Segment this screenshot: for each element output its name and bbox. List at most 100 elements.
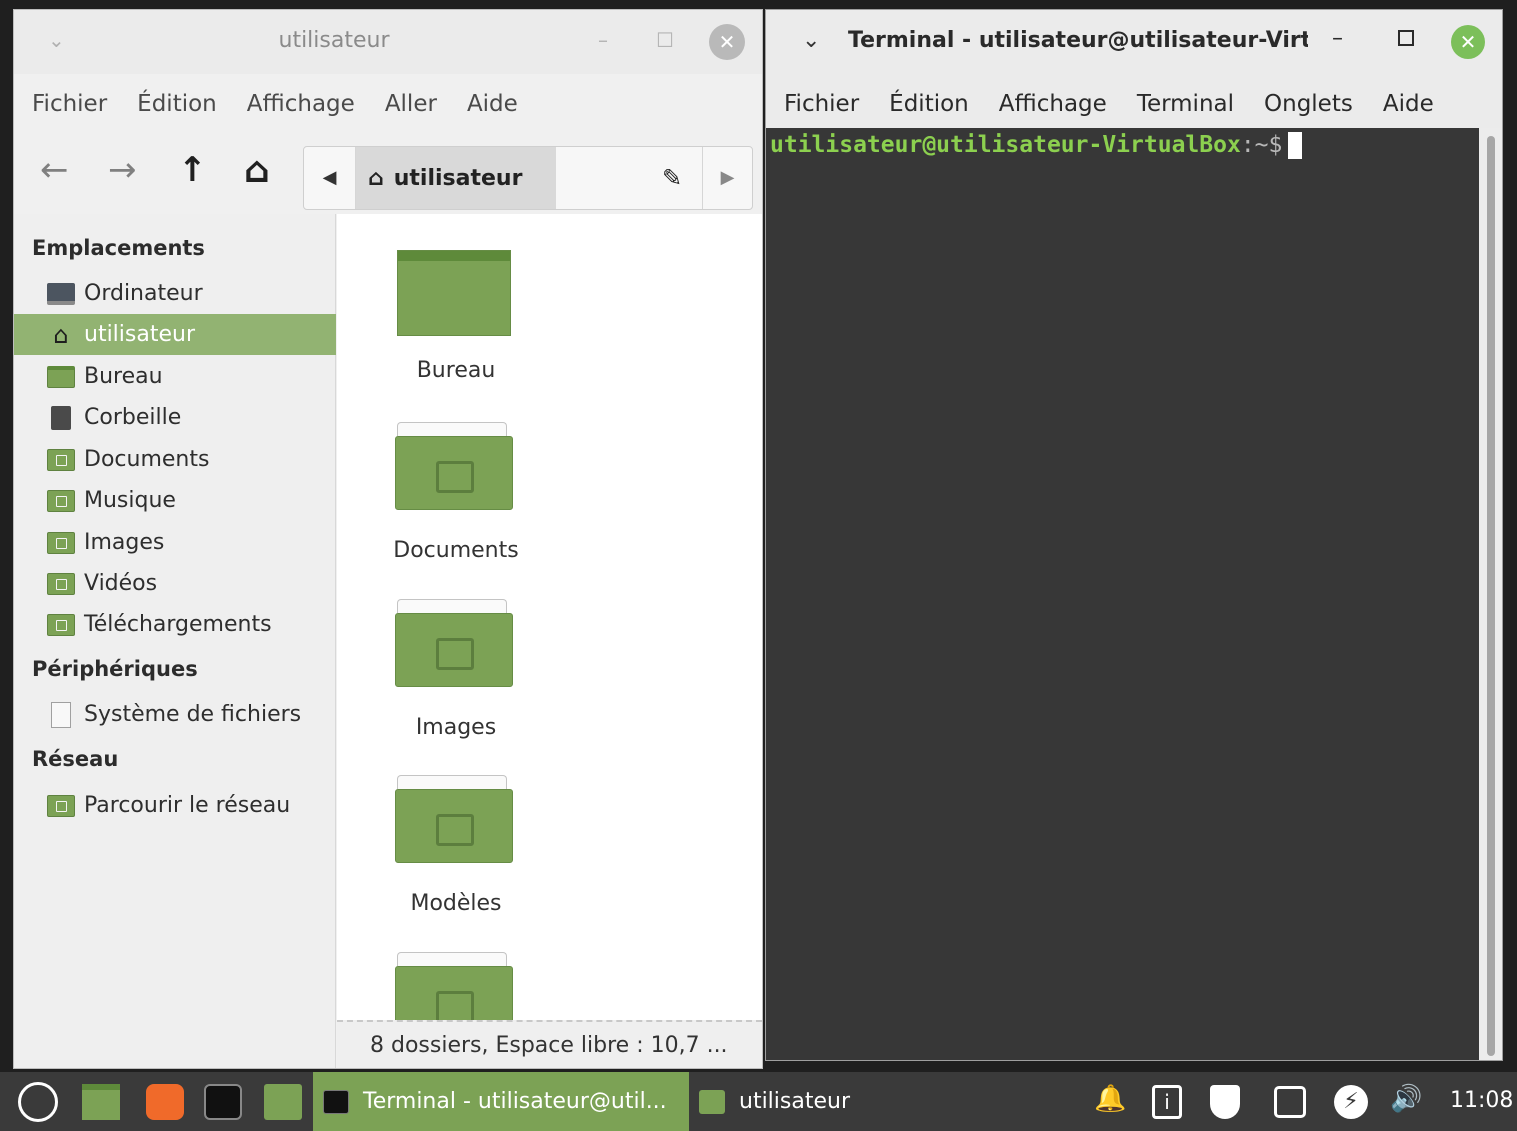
terminal-icon[interactable] [204, 1084, 242, 1120]
folder-item-modeles[interactable]: Modèles [337, 775, 575, 925]
menu-affichage[interactable]: Affichage [247, 91, 355, 117]
sidebar-item-label: Musique [84, 488, 176, 513]
path-scroll-right-button[interactable]: ▶ [702, 147, 752, 209]
menu-aller[interactable]: Aller [385, 91, 437, 117]
clock[interactable]: 11:08 [1450, 1088, 1513, 1113]
toolbar: ← → ↑ ⌂ ◀ ⌂ utilisateur ✎ ▶ [14, 134, 762, 212]
sidebar-item-label: Ordinateur [84, 281, 203, 306]
menu-fichier[interactable]: Fichier [784, 91, 859, 117]
files-icon[interactable] [264, 1084, 302, 1120]
menu-affichage[interactable]: Affichage [999, 91, 1107, 117]
sidebar-heading-devices: Périphériques [32, 657, 198, 681]
home-folder-icon [699, 1089, 725, 1114]
file-manager-titlebar[interactable]: ⌄ utilisateur – ☐ ✕ [14, 10, 762, 74]
sidebar-item-label: Corbeille [84, 405, 182, 430]
sidebar-item-network[interactable]: Parcourir le réseau [14, 785, 336, 826]
file-view: Bureau Documents Images Modèles [337, 214, 762, 1020]
sidebar-item-telechargements[interactable]: Téléchargements [14, 604, 336, 645]
pencil-icon[interactable]: ✎ [662, 164, 682, 192]
close-button[interactable]: ✕ [709, 24, 745, 60]
sidebar-heading-places: Emplacements [32, 236, 205, 260]
up-arrow-icon[interactable]: ↑ [178, 150, 207, 190]
music-folder-icon [395, 952, 513, 1020]
sidebar-item-musique[interactable]: Musique [14, 480, 336, 521]
maximize-button[interactable]: ☐ [656, 28, 674, 52]
sidebar-item-videos[interactable]: Vidéos [14, 563, 336, 604]
menu-edition[interactable]: Édition [889, 91, 969, 117]
taskbar-window-files[interactable]: utilisateur [689, 1072, 969, 1131]
pictures-folder-icon [46, 530, 76, 556]
show-desktop-icon[interactable] [82, 1084, 120, 1120]
sidebar-item-corbeille[interactable]: Corbeille [14, 397, 336, 438]
update-manager-icon[interactable]: i [1152, 1085, 1182, 1119]
sidebar-item-images[interactable]: Images [14, 522, 336, 563]
folder-label: Bureau [416, 358, 496, 383]
notifications-bell-icon[interactable]: 🔔 [1094, 1084, 1126, 1114]
sidebar-item-ordinateur[interactable]: Ordinateur [14, 273, 336, 314]
sidebar-item-utilisateur[interactable]: ⌂ utilisateur [14, 314, 336, 355]
videos-folder-icon [46, 571, 76, 597]
menu-aide[interactable]: Aide [467, 91, 518, 117]
terminal-output[interactable]: utilisateur@utilisateur-VirtualBox:~$ [766, 128, 1479, 1060]
status-bar: 8 dossiers, Espace libre : 10,7 ... [337, 1020, 762, 1068]
menu-fichier[interactable]: Fichier [32, 91, 107, 117]
back-arrow-icon[interactable]: ← [40, 150, 69, 190]
terminal-icon [323, 1089, 349, 1114]
sidebar-item-filesystem[interactable]: Système de fichiers [14, 694, 336, 735]
drive-icon [46, 701, 76, 728]
folder-label: Modèles [410, 891, 502, 916]
sidebar-item-label: Documents [84, 447, 210, 472]
sidebar-item-documents[interactable]: Documents [14, 439, 336, 480]
templates-folder-icon [395, 775, 513, 863]
sidebar-item-label: Système de fichiers [84, 702, 302, 727]
power-icon[interactable]: ⚡ [1334, 1085, 1368, 1119]
scrollbar[interactable] [1479, 128, 1502, 1060]
forward-arrow-icon[interactable]: → [108, 150, 137, 190]
prompt-path: :~$ [1240, 132, 1283, 158]
folder-item-images[interactable]: Images [337, 599, 575, 749]
folder-item-documents[interactable]: Documents [337, 422, 575, 572]
menubar: Fichier Édition Affichage Aller Aide [32, 82, 548, 126]
documents-folder-icon [46, 447, 76, 473]
taskbar-window-label: utilisateur [739, 1089, 850, 1114]
folder-item-musique[interactable] [337, 952, 575, 1020]
path-scroll-left-button[interactable]: ◀ [304, 147, 356, 209]
sidebar-heading-network: Réseau [32, 747, 119, 771]
firefox-icon[interactable] [146, 1084, 184, 1120]
sidebar-item-label: Bureau [84, 364, 163, 389]
window-title: utilisateur [278, 28, 390, 53]
window-menu-chevron-icon[interactable]: ⌄ [802, 28, 820, 53]
taskbar: Terminal - utilisateur@util... utilisate… [0, 1072, 1517, 1131]
downloads-folder-icon [46, 612, 76, 638]
menu-edition[interactable]: Édition [137, 91, 217, 117]
scrollbar-thumb[interactable] [1487, 136, 1495, 1056]
volume-icon[interactable]: 🔊 [1390, 1084, 1422, 1114]
taskbar-window-label: Terminal - utilisateur@util... [363, 1089, 667, 1114]
folder-label: Images [415, 715, 497, 740]
minimize-button[interactable]: – [1332, 26, 1343, 51]
folder-item-bureau[interactable]: Bureau [337, 250, 575, 400]
text-cursor [1288, 132, 1303, 159]
sidebar-item-label: Téléchargements [84, 612, 272, 637]
terminal-titlebar[interactable]: ⌄ Terminal - utilisateur@utilisateur-Vir… [766, 10, 1502, 74]
taskbar-window-terminal[interactable]: Terminal - utilisateur@util... [313, 1072, 689, 1131]
file-manager-window: ⌄ utilisateur – ☐ ✕ Fichier Édition Affi… [13, 9, 763, 1069]
breadcrumb-home[interactable]: ⌂ utilisateur [356, 147, 556, 209]
home-icon: ⌂ [368, 165, 384, 191]
folder-label: Documents [393, 538, 519, 563]
menu-aide[interactable]: Aide [1383, 91, 1434, 117]
breadcrumb-label: utilisateur [393, 165, 523, 191]
mint-menu-icon[interactable] [18, 1082, 58, 1122]
minimize-button[interactable]: – [598, 28, 608, 52]
shield-icon[interactable] [1210, 1085, 1240, 1119]
home-icon[interactable]: ⌂ [244, 150, 270, 191]
menu-onglets[interactable]: Onglets [1264, 91, 1353, 117]
sidebar-item-label: Images [84, 530, 165, 555]
terminal-window: ⌄ Terminal - utilisateur@utilisateur-Vir… [765, 9, 1503, 1061]
network-folder-icon [46, 793, 76, 819]
sidebar-item-bureau[interactable]: Bureau [14, 356, 336, 397]
maximize-button[interactable] [1398, 30, 1414, 46]
close-button[interactable]: ✕ [1451, 25, 1485, 59]
workspace-icon[interactable] [1274, 1086, 1306, 1118]
menu-terminal[interactable]: Terminal [1137, 91, 1234, 117]
